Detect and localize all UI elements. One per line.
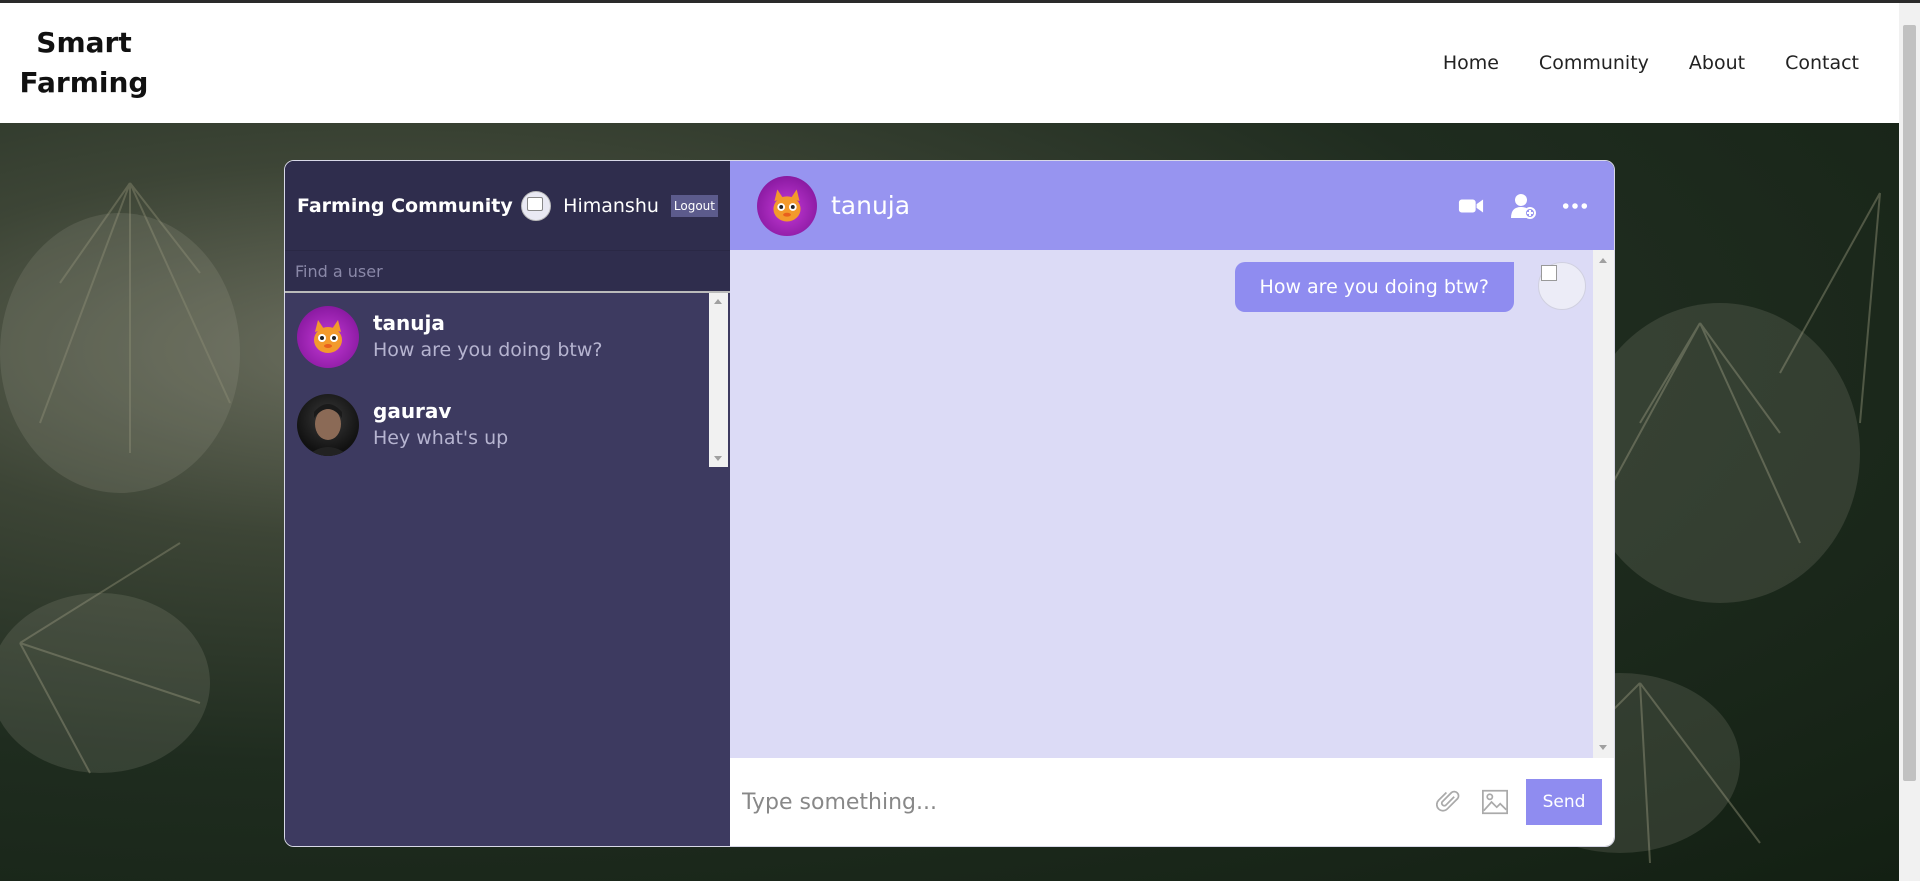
- nav-link-home[interactable]: Home: [1443, 52, 1499, 74]
- current-user-name: Himanshu: [563, 194, 659, 217]
- chat-list: tanuja How are you doing btw? gaurav Hey…: [285, 293, 730, 467]
- scroll-down-arrow-icon[interactable]: [1599, 745, 1607, 750]
- add-user-icon[interactable]: [1510, 193, 1536, 219]
- contact-avatar: [757, 175, 817, 236]
- chat-item-gaurav[interactable]: gaurav Hey what's up: [285, 381, 730, 469]
- messages-scrollbar[interactable]: [1593, 250, 1614, 758]
- brand-line-1: Smart: [36, 26, 132, 59]
- nav-link-community[interactable]: Community: [1539, 52, 1649, 74]
- sidebar-header: Farming Community Himanshu Logout: [285, 161, 730, 250]
- tanuja-avatar: [297, 306, 359, 368]
- chat-item-text: gaurav Hey what's up: [373, 398, 508, 452]
- current-user-avatar: [521, 190, 552, 221]
- find-user-input[interactable]: [285, 251, 730, 291]
- message-row: How are you doing btw?: [1234, 262, 1586, 312]
- nav-links: Home Community About Contact: [1443, 52, 1859, 74]
- logout-button[interactable]: Logout: [670, 194, 718, 217]
- chat-sidebar: Farming Community Himanshu Logout Find a…: [285, 161, 730, 846]
- brand-logo[interactable]: Smart Farming: [4, 23, 164, 103]
- scroll-up-arrow-icon[interactable]: [1599, 258, 1607, 263]
- page-scrollbar-thumb[interactable]: [1903, 25, 1916, 781]
- conversation-contact: tanuja: [757, 175, 911, 236]
- chat-item-name: tanuja: [373, 311, 445, 335]
- cat-avatar-icon: [314, 320, 342, 353]
- send-button[interactable]: Send: [1526, 779, 1602, 825]
- messages-area: How are you doing btw?: [730, 250, 1614, 758]
- chat-item-text: tanuja How are you doing btw?: [373, 310, 602, 364]
- more-options-icon[interactable]: [1562, 193, 1588, 219]
- brand-line-2: Farming: [19, 66, 149, 99]
- gaurav-avatar: [297, 394, 359, 456]
- image-icon[interactable]: [1482, 789, 1508, 815]
- cat-avatar-icon: [773, 189, 801, 221]
- video-camera-icon[interactable]: [1458, 193, 1484, 219]
- message-composer: Send: [730, 758, 1614, 846]
- contact-name: tanuja: [831, 191, 911, 220]
- message-sender-avatar: [1538, 262, 1586, 310]
- message-input[interactable]: [742, 789, 1436, 815]
- conversation-panel: tanuja How are you doing btw? Type somet…: [730, 161, 1614, 846]
- community-title: Farming Community: [297, 194, 513, 217]
- chat-item-tanuja[interactable]: tanuja How are you doing btw?: [285, 293, 730, 381]
- conversation-header: tanuja: [730, 161, 1614, 250]
- chat-item-last-message: Hey what's up: [373, 427, 509, 449]
- paperclip-icon[interactable]: [1436, 789, 1462, 815]
- chat-window: Farming Community Himanshu Logout Find a…: [284, 160, 1615, 847]
- scroll-down-arrow-icon[interactable]: [714, 456, 722, 461]
- nav-link-contact[interactable]: Contact: [1785, 52, 1859, 74]
- page-scrollbar[interactable]: [1899, 3, 1920, 881]
- message-bubble: How are you doing btw?: [1234, 262, 1514, 312]
- conversation-actions: [1458, 193, 1588, 219]
- person-photo-icon: [307, 404, 349, 456]
- chat-list-scrollbar[interactable]: [709, 293, 728, 467]
- scroll-up-arrow-icon[interactable]: [714, 299, 722, 304]
- chat-item-last-message: How are you doing btw?: [373, 339, 603, 361]
- user-search: [285, 250, 730, 293]
- chat-item-name: gaurav: [373, 399, 452, 423]
- nav-link-about[interactable]: About: [1689, 52, 1745, 74]
- navbar: Smart Farming Home Community About Conta…: [0, 3, 1899, 123]
- current-user: Himanshu Logout: [521, 190, 718, 221]
- composer-icons: [1436, 789, 1508, 815]
